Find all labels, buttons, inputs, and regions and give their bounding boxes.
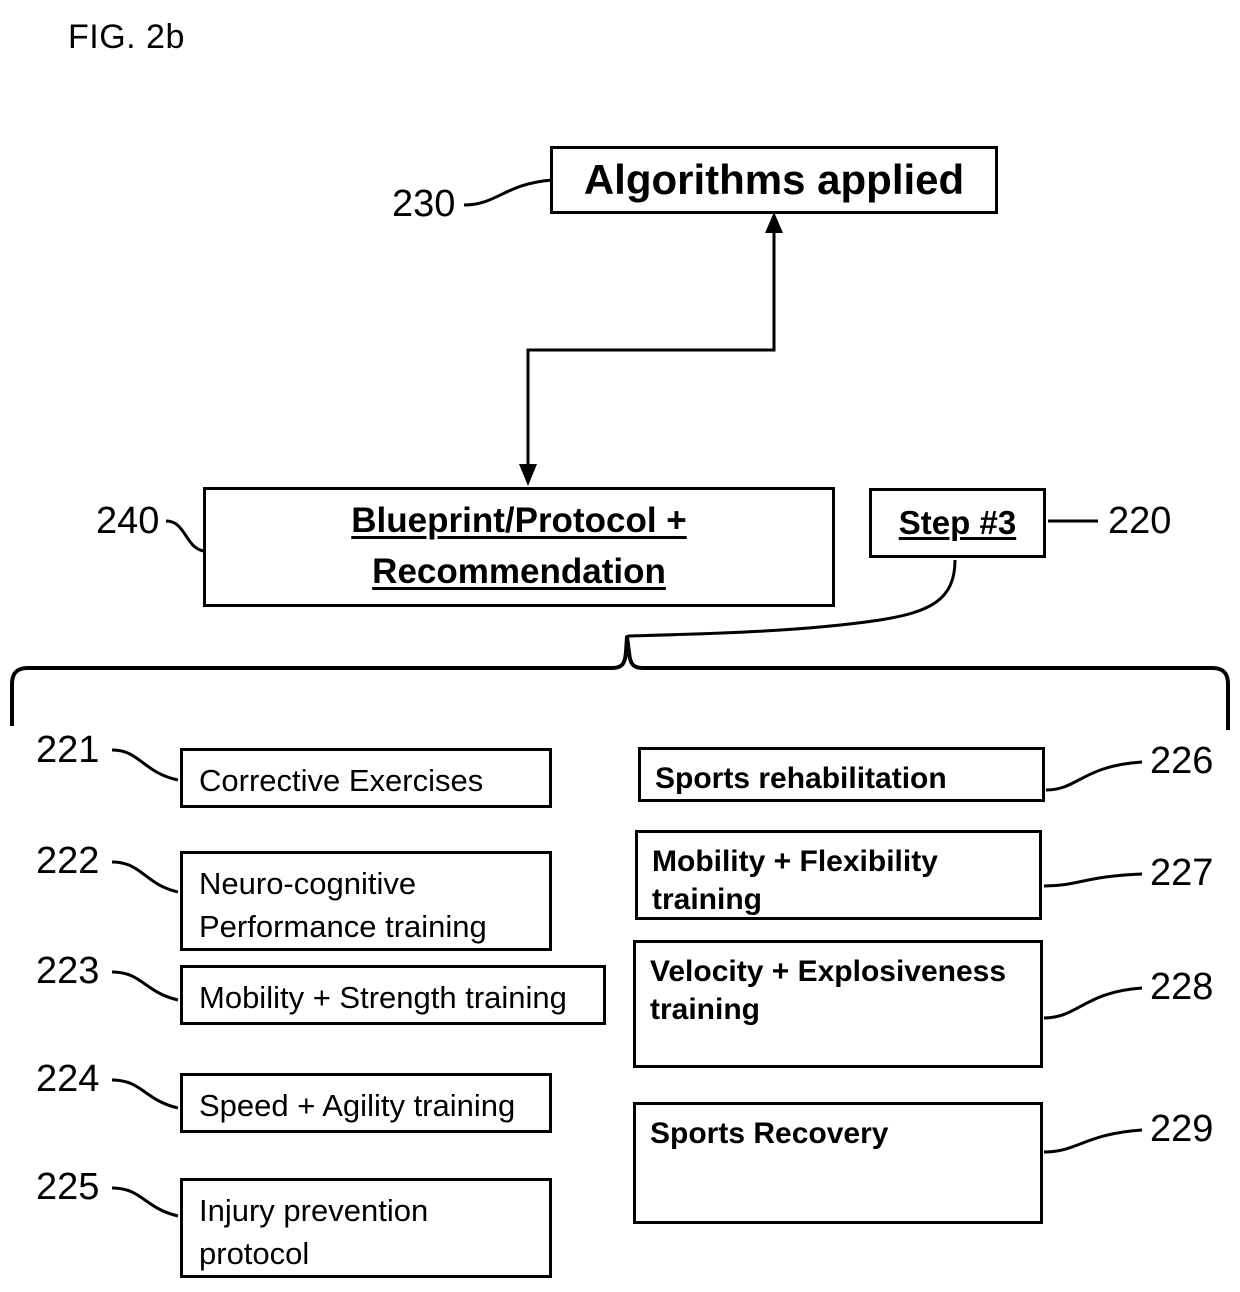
ref-number-230: 230 [392,183,456,225]
ref-number-220: 220 [1108,500,1172,542]
node-injury-prevention-protocol[interactable]: Injury prevention protocol [180,1178,552,1278]
node-sports-recovery[interactable]: Sports Recovery [633,1102,1043,1224]
node-algorithms-applied-label: Algorithms applied [583,155,965,203]
ref-number-227: 227 [1150,852,1214,894]
leader-line-223 [111,970,179,1002]
node-injury-prevention-protocol-label: Injury prevention protocol [199,1193,429,1271]
node-mobility-strength-training-label: Mobility + Strength training [199,980,567,1015]
connector-blueprint-to-algorithms [519,212,783,486]
node-mobility-flexibility-training-label: Mobility + Flexibility training [652,845,938,916]
node-mobility-flexibility-training[interactable]: Mobility + Flexibility training [635,830,1042,920]
node-sports-rehabilitation-label: Sports rehabilitation [655,762,947,795]
ref-number-229: 229 [1150,1108,1214,1150]
node-speed-agility-training[interactable]: Speed + Agility training [180,1073,552,1133]
leader-line-227 [1043,872,1143,888]
node-corrective-exercises[interactable]: Corrective Exercises [180,748,552,808]
node-blueprint-protocol-recommendation[interactable]: Blueprint/Protocol + Recommendation [203,487,835,607]
node-sports-recovery-label: Sports Recovery [650,1117,889,1150]
leader-line-228 [1043,986,1143,1020]
node-neuro-cognitive-performance-training[interactable]: Neuro-cognitive Performance training [180,851,552,951]
node-algorithms-applied[interactable]: Algorithms applied [550,146,998,214]
ref-number-221: 221 [36,729,100,771]
leader-line-221 [111,748,179,782]
ref-number-225: 225 [36,1166,100,1208]
node-sports-rehabilitation[interactable]: Sports rehabilitation [638,747,1045,802]
patent-figure-2b: FIG. 2b 230 240 220 221 222 223 224 225 … [0,0,1240,1292]
node-step-3-label: Step #3 [898,504,1017,542]
node-velocity-explosiveness-training[interactable]: Velocity + Explosiveness training [633,940,1043,1068]
figure-label: FIG. 2b [68,18,185,56]
ref-number-222: 222 [36,840,100,882]
node-velocity-explosiveness-training-label: Velocity + Explosiveness training [650,955,1007,1026]
node-corrective-exercises-label: Corrective Exercises [199,763,484,798]
ref-number-228: 228 [1150,966,1214,1008]
leader-line-224 [111,1078,179,1110]
ref-number-224: 224 [36,1058,100,1100]
node-speed-agility-training-label: Speed + Agility training [199,1088,516,1123]
leader-line-225 [111,1186,179,1218]
node-step-3[interactable]: Step #3 [869,488,1046,558]
ref-number-240: 240 [96,500,160,542]
leader-line-229 [1043,1128,1143,1154]
ref-number-223: 223 [36,950,100,992]
grouping-brace [10,635,1230,730]
node-blueprint-protocol-recommendation-label: Blueprint/Protocol + Recommendation [351,501,687,591]
leader-line-240 [165,519,205,553]
node-mobility-strength-training[interactable]: Mobility + Strength training [180,965,606,1025]
leader-line-222 [111,860,179,894]
ref-number-226: 226 [1150,740,1214,782]
node-neuro-cognitive-performance-training-label: Neuro-cognitive Performance training [199,866,487,944]
leader-line-230 [463,178,553,207]
leader-line-226 [1045,760,1143,792]
